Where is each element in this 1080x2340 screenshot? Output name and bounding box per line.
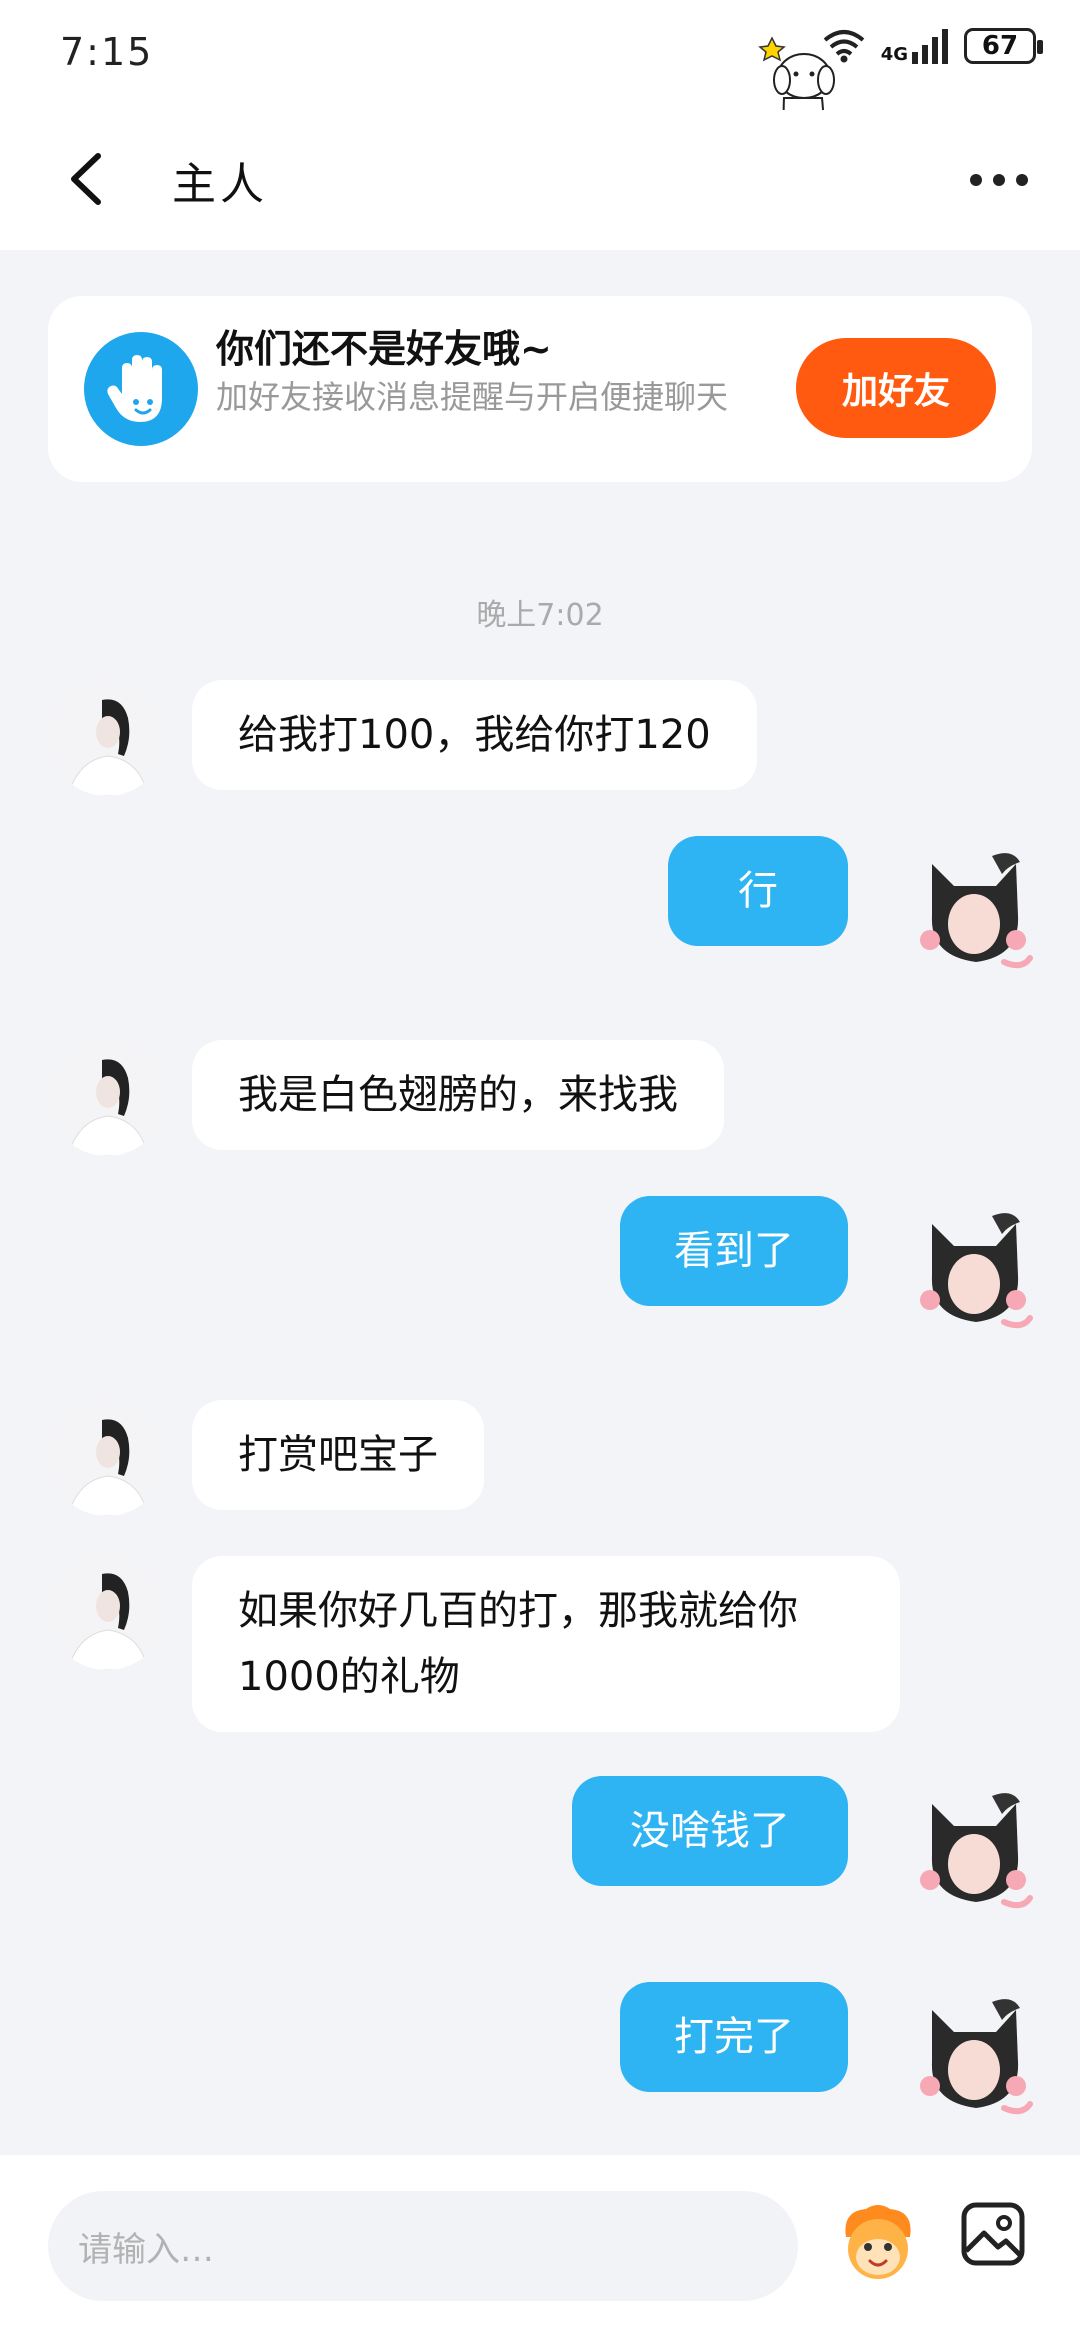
image-picker-icon[interactable] <box>958 2199 1028 2269</box>
input-bar: 请输入… <box>0 2155 1080 2340</box>
banner-subtitle: 加好友接收消息提醒与开启便捷聊天 <box>216 378 729 416</box>
contact-avatar[interactable] <box>48 678 166 796</box>
message-bubble-incoming: 给我打100，我给你打120 <box>192 680 757 790</box>
my-avatar[interactable] <box>912 1992 1038 2118</box>
message-bubble-incoming: 如果你好几百的打，那我就给你1000的礼物 <box>192 1556 900 1732</box>
sticker-emoji-icon[interactable] <box>832 2197 924 2289</box>
contact-avatar[interactable] <box>48 1398 166 1516</box>
message-bubble-outgoing: 没啥钱了 <box>572 1776 848 1886</box>
chat-area[interactable]: 你们还不是好友哦~ 加好友接收消息提醒与开启便捷聊天 加好友 晚上7:02 给我… <box>0 250 1080 2155</box>
add-friend-banner: 你们还不是好友哦~ 加好友接收消息提醒与开启便捷聊天 加好友 <box>48 296 1032 482</box>
back-arrow-icon[interactable] <box>58 144 118 214</box>
message-bubble-outgoing: 行 <box>668 836 848 946</box>
network-type: 4G <box>880 44 908 65</box>
wifi-icon <box>823 30 864 63</box>
signal-icon <box>912 29 948 64</box>
clock: 7:15 <box>60 30 154 74</box>
chat-title: 主人 <box>172 159 268 210</box>
my-avatar[interactable] <box>912 1786 1038 1912</box>
message-bubble-incoming: 打赏吧宝子 <box>192 1400 484 1510</box>
message-bubble-incoming: 我是白色翅膀的，来找我 <box>192 1040 724 1150</box>
add-friend-button[interactable]: 加好友 <box>796 338 996 438</box>
contact-avatar[interactable] <box>48 1038 166 1156</box>
hand-wave-icon <box>84 332 198 446</box>
chat-header: 主人 <box>0 110 1080 250</box>
battery-indicator: 67 <box>964 28 1043 64</box>
contact-avatar[interactable] <box>48 1552 166 1670</box>
message-bubble-outgoing: 打完了 <box>620 1982 848 2092</box>
banner-title: 你们还不是好友哦~ <box>216 327 552 371</box>
status-bar: 7:15 4G 67 <box>0 0 1080 147</box>
message-input[interactable]: 请输入… <box>48 2191 798 2301</box>
my-avatar[interactable] <box>912 1206 1038 1332</box>
more-options-icon[interactable] <box>964 150 1034 210</box>
my-avatar[interactable] <box>912 846 1038 972</box>
message-timestamp: 晚上7:02 <box>476 598 604 633</box>
message-bubble-outgoing: 看到了 <box>620 1196 848 1306</box>
